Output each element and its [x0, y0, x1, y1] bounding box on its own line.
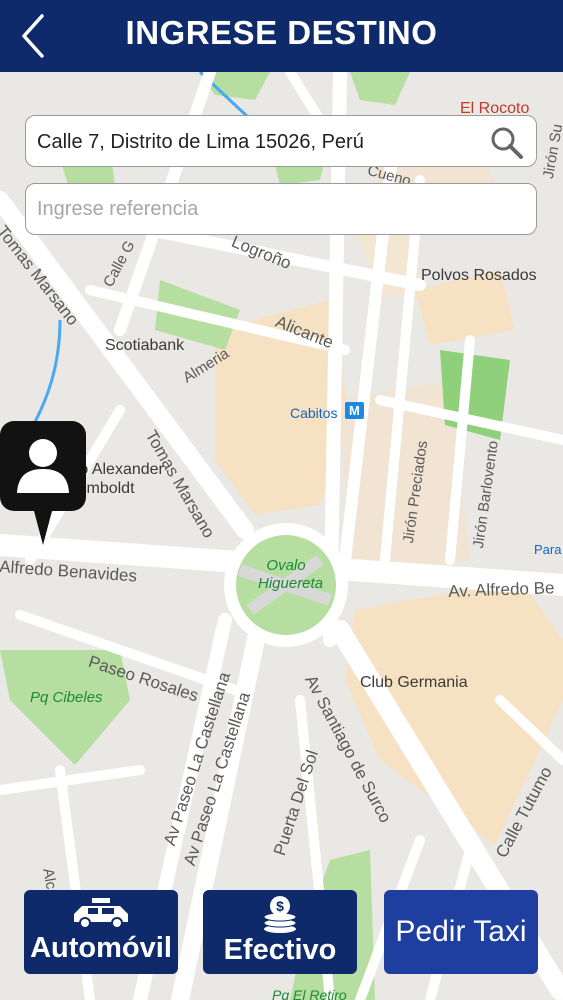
destination-address: Calle 7, Distrito de Lima 15026, Perú — [37, 131, 364, 153]
metro-badge: M — [345, 402, 364, 419]
app-screen: INGRESE DESTINO Tomas Marsano Tomas Mars… — [0, 0, 563, 1000]
street-label: Av. Alfredo Be — [448, 578, 555, 601]
destination-search-field[interactable]: Calle 7, Distrito de Lima 15026, Perú — [25, 115, 537, 167]
order-taxi-button[interactable]: Pedir Taxi — [384, 890, 538, 974]
poi-label: Club Germania — [360, 674, 468, 691]
park-label: Pq Cibeles — [30, 689, 103, 706]
poi-label: Cabitos — [290, 405, 338, 421]
poi-label: Scotiabank — [105, 337, 185, 354]
poi-label: Polvos Rosados — [421, 267, 537, 284]
park-label: Ovalo Higuereta — [258, 557, 324, 592]
payment-method-label: Efectivo — [223, 934, 337, 966]
poi-label: Para — [534, 542, 562, 557]
driver-person-icon[interactable] — [0, 421, 86, 545]
cash-coins-icon: $ — [263, 896, 297, 933]
park-label: Pq El Retiro — [272, 987, 347, 1000]
vehicle-type-label: Automóvil — [30, 932, 172, 964]
search-icon[interactable] — [488, 124, 526, 162]
vehicle-type-button[interactable]: Automóvil — [24, 890, 178, 974]
svg-text:$: $ — [276, 898, 284, 914]
payment-method-button[interactable]: $ Efectivo — [203, 890, 357, 974]
order-taxi-label: Pedir Taxi — [395, 915, 527, 948]
reference-input[interactable] — [25, 183, 537, 235]
page-title: INGRESE DESTINO — [125, 14, 438, 51]
taxi-car-icon — [74, 898, 128, 928]
header-bar: INGRESE DESTINO — [0, 0, 563, 72]
